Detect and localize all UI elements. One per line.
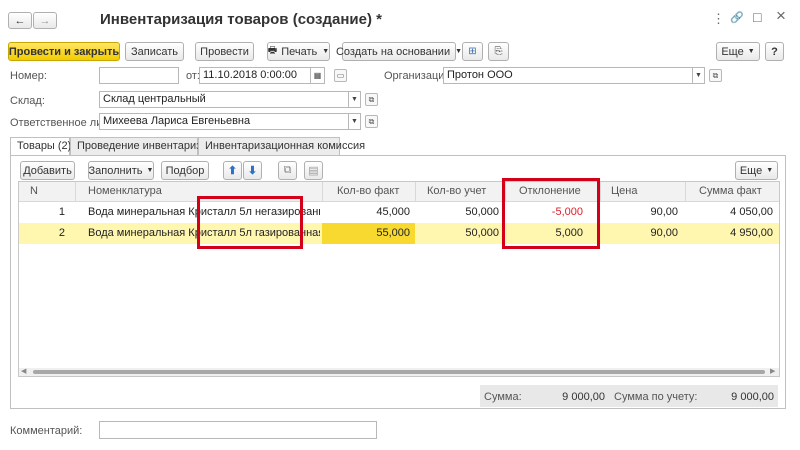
col-header-nomenclature[interactable]: Номенклатура <box>84 183 166 201</box>
fill-label: Заполнить <box>88 164 143 177</box>
row-number: 2 <box>58 227 65 239</box>
col-header-qty-fact[interactable]: Кол-во факт <box>333 183 403 201</box>
date-field[interactable]: 11.10.2018 0:00:00 <box>199 67 311 84</box>
table-more-label: Еще <box>739 164 763 177</box>
organization-dropdown[interactable]: ▼ <box>693 67 705 84</box>
scroll-right-arrow[interactable]: ▶ <box>770 367 775 375</box>
chevron-down-icon: ▼ <box>146 167 154 174</box>
attach-button[interactable]: ⎘ <box>488 42 509 61</box>
warehouse-field[interactable]: Склад центральный <box>99 91 349 108</box>
col-header-sum-fact[interactable]: Сумма факт <box>695 183 766 201</box>
arrow-left-icon: ← <box>14 14 26 27</box>
paperclip-icon: ⎘ <box>494 46 503 57</box>
move-down-button[interactable]: ⬇ <box>243 161 262 180</box>
table-more-button[interactable]: Еще ▼ <box>735 161 778 180</box>
col-header-qty-account[interactable]: Кол-во учет <box>423 183 490 201</box>
organization-field[interactable]: Протон ООО <box>443 67 693 84</box>
more-label: Еще <box>721 45 744 58</box>
print-button[interactable]: 🖶 Печать ▼ <box>267 42 330 61</box>
scrollbar-thumb[interactable] <box>33 370 765 374</box>
col-header-price[interactable]: Цена <box>607 183 641 201</box>
col-divider <box>415 182 416 202</box>
copy-icon: ⧉ <box>283 164 292 176</box>
warehouse-label: Склад: <box>10 95 45 107</box>
tab-conduct-inventory[interactable]: Проведение инвентаризации <box>70 137 226 155</box>
row-number: 1 <box>58 206 65 218</box>
date-extra-icon[interactable]: ▭ <box>334 69 347 82</box>
col-divider <box>600 182 601 202</box>
row-price: 90,00 <box>650 227 678 239</box>
comment-label: Комментарий: <box>10 425 83 437</box>
responsible-open-icon[interactable]: ⧉ <box>365 115 378 128</box>
help-button[interactable]: ? <box>765 42 784 61</box>
row-qty-fact: 55,000 <box>376 227 410 239</box>
row-qty-account: 50,000 <box>465 227 499 239</box>
annotation-box-nomenclature <box>197 196 303 249</box>
row-price: 90,00 <box>650 206 678 218</box>
back-button[interactable]: ← <box>8 12 32 29</box>
save-button[interactable]: Записать <box>125 42 184 61</box>
structure-button[interactable]: ⊞ <box>462 42 483 61</box>
date-label: от: <box>186 70 200 82</box>
col-divider <box>685 182 686 202</box>
create-based-label: Создать на основании <box>335 45 451 58</box>
forward-button[interactable]: → <box>33 12 57 29</box>
page-title: Инвентаризация товаров (создание) * <box>100 11 382 28</box>
comment-field[interactable] <box>99 421 377 439</box>
arrow-up-icon: ⬆ <box>227 165 238 177</box>
move-up-button[interactable]: ⬆ <box>223 161 242 180</box>
add-row-button[interactable]: Добавить <box>20 161 75 180</box>
row-sum-fact: 4 050,00 <box>730 206 773 218</box>
total-sum-label: Сумма: <box>484 391 522 403</box>
responsible-field[interactable]: Михеева Лариса Евгеньевна <box>99 113 349 130</box>
table-icon: ▤ <box>308 165 319 177</box>
row-qty-fact: 45,000 <box>376 206 410 218</box>
chevron-down-icon: ▼ <box>455 48 463 55</box>
more-button[interactable]: Еще ▼ <box>716 42 760 61</box>
chevron-down-icon: ▼ <box>766 167 774 174</box>
post-and-close-button[interactable]: Провести и закрыть <box>8 42 120 61</box>
calendar-icon: ▦ <box>313 71 322 80</box>
calendar-button[interactable]: ▦ <box>311 67 325 84</box>
link-icon[interactable]: 🔗 <box>730 11 744 24</box>
hierarchy-icon: ⊞ <box>468 46 477 57</box>
total-account-value: 9 000,00 <box>731 391 774 403</box>
arrow-down-icon: ⬇ <box>247 165 258 177</box>
create-based-on-button[interactable]: Создать на основании ▼ <box>336 42 462 61</box>
chevron-down-icon: ▼ <box>322 48 330 55</box>
number-field[interactable] <box>99 67 179 84</box>
printer-icon: 🖶 <box>267 45 278 56</box>
organization-open-icon[interactable]: ⧉ <box>709 69 722 82</box>
tab-inventory-commission[interactable]: Инвентаризационная комиссия <box>198 137 365 155</box>
tab-goods[interactable]: Товары (2) <box>10 137 71 156</box>
chevron-down-icon: ▼ <box>747 48 755 55</box>
arrow-right-icon: → <box>39 14 51 27</box>
scroll-left-arrow[interactable]: ◀ <box>21 367 26 375</box>
annotation-box-deviation <box>502 178 600 249</box>
col-header-n[interactable]: N <box>26 183 42 201</box>
responsible-dropdown[interactable]: ▼ <box>349 113 361 130</box>
delete-row-button[interactable]: ▤ <box>304 161 323 180</box>
row-qty-account: 50,000 <box>465 206 499 218</box>
fill-button[interactable]: Заполнить ▼ <box>88 161 154 180</box>
print-label: Печать <box>281 45 318 58</box>
col-divider <box>322 182 323 202</box>
total-account-label: Сумма по учету: <box>614 391 698 403</box>
warehouse-dropdown[interactable]: ▼ <box>349 91 361 108</box>
selection-button[interactable]: Подбор <box>161 161 209 180</box>
post-button[interactable]: Провести <box>195 42 254 61</box>
total-sum-value: 9 000,00 <box>562 391 605 403</box>
col-divider <box>75 182 76 202</box>
menu-icon[interactable]: ⋮ <box>712 11 725 27</box>
close-icon[interactable]: × <box>776 6 786 26</box>
maximize-icon[interactable]: □ <box>753 9 761 25</box>
copy-row-button[interactable]: ⧉ <box>278 161 297 180</box>
warehouse-open-icon[interactable]: ⧉ <box>365 93 378 106</box>
row-sum-fact: 4 950,00 <box>730 227 773 239</box>
number-label: Номер: <box>10 70 47 82</box>
